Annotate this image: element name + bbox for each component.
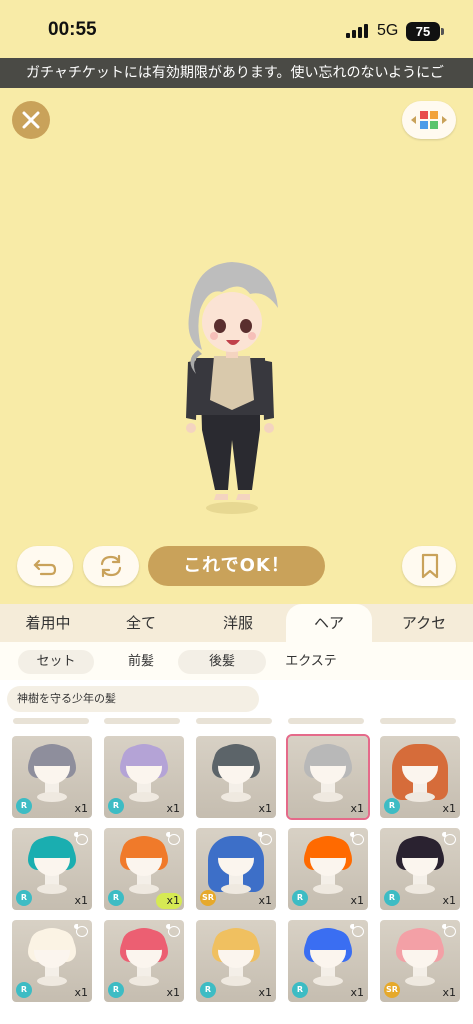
- hair-item[interactable]: Rx1: [380, 828, 460, 910]
- item-count: x1: [258, 894, 272, 907]
- hair-item[interactable]: x1: [286, 734, 370, 820]
- subcategory-tabs: セット 前髪 後髪 エクステ: [0, 642, 473, 680]
- hair-item[interactable]: Rx1: [12, 920, 92, 1002]
- item-count: x1: [350, 894, 364, 907]
- bear-icon: [166, 924, 184, 937]
- signal-icon: [346, 24, 368, 38]
- hair-item[interactable]: SR x1: [196, 828, 276, 910]
- rarity-badge: SR: [384, 982, 400, 998]
- category-tab[interactable]: アクセ: [378, 604, 470, 642]
- item-count: x1: [442, 894, 456, 907]
- item-count: x1: [350, 986, 364, 999]
- bear-icon: [442, 924, 460, 937]
- close-button[interactable]: [12, 101, 50, 139]
- item-count: x1: [258, 802, 272, 815]
- bear-icon: [442, 832, 460, 845]
- item-count: x1: [258, 986, 272, 999]
- undo-button[interactable]: [17, 546, 73, 586]
- item-count: x1: [350, 802, 364, 815]
- undo-icon: [33, 559, 57, 576]
- hair-item[interactable]: Rx1: [288, 920, 368, 1002]
- item-count: x1: [74, 894, 88, 907]
- item-name-bar: 神樹を守る少年の髪: [7, 686, 259, 712]
- bear-icon: [166, 832, 184, 845]
- status-time: 00:55: [48, 19, 97, 40]
- rarity-badge: SR: [200, 890, 216, 906]
- refresh-button[interactable]: [83, 546, 139, 586]
- confirm-ok-button[interactable]: これでOK！: [148, 546, 325, 586]
- bear-icon: [258, 832, 276, 845]
- rarity-badge: R: [292, 982, 308, 998]
- hair-item[interactable]: Rx1: [380, 736, 460, 818]
- bear-icon: [350, 924, 368, 937]
- rarity-badge: R: [292, 890, 308, 906]
- status-bar: 00:55 5G 75: [0, 0, 473, 58]
- network-type: 5G: [377, 22, 399, 39]
- refresh-icon: [100, 554, 122, 578]
- item-count: x1: [442, 986, 456, 999]
- item-grid: 神樹を守る少年の髪 Rx1 Rx1 x1 x1 Rx1 Rx1 Rx1 SR x1 Rx1 Rx1 R…: [0, 680, 473, 1024]
- notice-ticker: ガチャチケットには有効期限があります。使い忘れのないようにご: [0, 58, 473, 88]
- rarity-badge: R: [108, 798, 124, 814]
- hair-item[interactable]: x1: [196, 736, 276, 818]
- bear-icon: [74, 832, 92, 845]
- subcategory-tab[interactable]: セット: [18, 650, 94, 674]
- rarity-badge: R: [16, 982, 32, 998]
- hair-item[interactable]: Rx1: [288, 828, 368, 910]
- category-tabs: 着用中 全て 洋服 ヘア アクセ: [0, 604, 473, 642]
- category-tab[interactable]: 全て: [94, 604, 188, 642]
- subcategory-tab[interactable]: 後髪: [178, 650, 266, 674]
- layout-toggle-button[interactable]: [402, 101, 456, 139]
- rarity-badge: R: [108, 982, 124, 998]
- bookmark-button[interactable]: [402, 546, 456, 586]
- bear-icon: [74, 924, 92, 937]
- hair-item[interactable]: SR x1: [380, 920, 460, 1002]
- rarity-badge: R: [108, 890, 124, 906]
- category-tab[interactable]: 着用中: [0, 604, 96, 642]
- avatar-preview: [186, 262, 278, 514]
- item-count: x1: [74, 986, 88, 999]
- battery-icon: 75: [406, 22, 444, 41]
- hair-item[interactable]: Rx1: [12, 736, 92, 818]
- subcategory-tab[interactable]: 前髪: [104, 650, 178, 674]
- hair-item[interactable]: Rx1: [104, 736, 184, 818]
- category-tab[interactable]: 洋服: [190, 604, 286, 642]
- rarity-badge: R: [384, 890, 400, 906]
- bookmark-icon: [421, 553, 439, 579]
- item-count: x1: [166, 986, 180, 999]
- hair-item[interactable]: Rx1: [12, 828, 92, 910]
- rarity-badge: R: [200, 982, 216, 998]
- rarity-badge: R: [384, 798, 400, 814]
- hair-item[interactable]: Rx1: [104, 920, 184, 1002]
- bear-icon: [350, 832, 368, 845]
- item-count: x1: [442, 802, 456, 815]
- close-icon: [22, 111, 40, 129]
- item-count: x1: [166, 802, 180, 815]
- subcategory-tab[interactable]: エクステ: [266, 650, 356, 674]
- hair-item[interactable]: Rx1: [196, 920, 276, 1002]
- rarity-badge: R: [16, 798, 32, 814]
- hair-item[interactable]: Rx1: [104, 828, 184, 910]
- wardrobe-panel: 着用中 全て 洋服 ヘア アクセ セット 前髪 後髪 エクステ 神樹を守る少年の髪 Rx1 Rx…: [0, 604, 473, 1024]
- item-count: x1: [74, 802, 88, 815]
- rarity-badge: R: [16, 890, 32, 906]
- category-tab[interactable]: ヘア: [286, 604, 372, 642]
- color-grid-icon: [411, 111, 447, 129]
- item-count: x1: [166, 894, 180, 907]
